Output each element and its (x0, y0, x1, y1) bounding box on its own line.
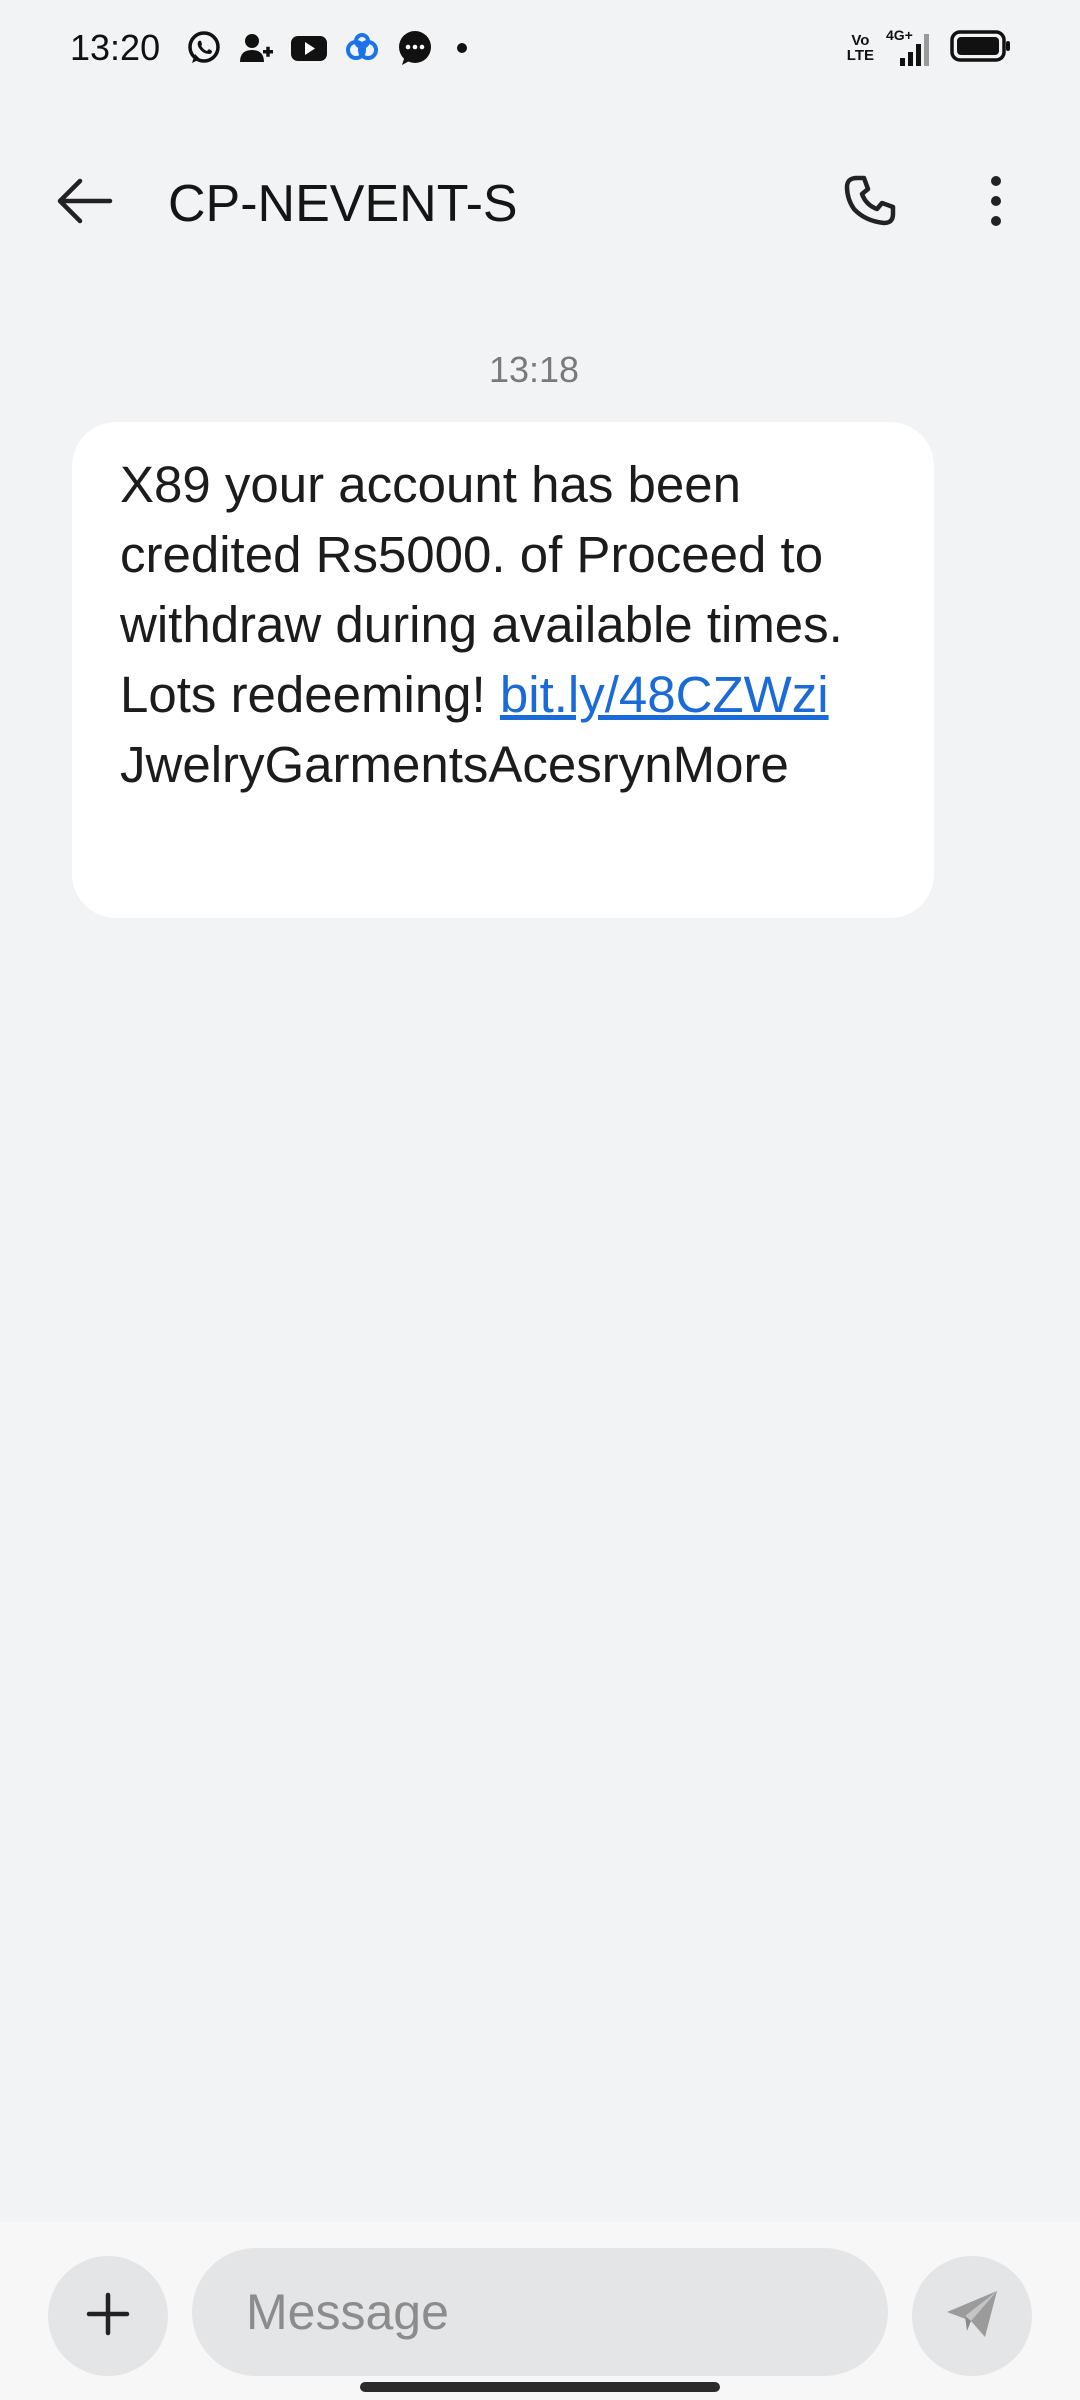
signal-icon: 4G+ (886, 28, 938, 68)
send-button[interactable] (912, 2256, 1032, 2376)
arrow-left-icon (54, 176, 114, 231)
dot-icon (450, 30, 474, 66)
message-composer (0, 2222, 1080, 2400)
message-link[interactable]: bit.ly/48CZWzi (500, 666, 829, 723)
message-bubble-icon (396, 29, 434, 67)
message-bubble[interactable]: X89 your account has been credited Rs500… (72, 422, 934, 918)
cloud-app-icon (344, 30, 380, 66)
contact-add-icon (238, 30, 274, 66)
notification-icons (186, 26, 474, 70)
more-options-button[interactable] (956, 170, 1036, 236)
message-timestamp: 13:18 (488, 349, 580, 390)
system-icons: Vo LTE 4G+ (847, 26, 1012, 70)
battery-icon (950, 28, 1012, 69)
volte-icon: Vo LTE (846, 32, 874, 64)
phone-icon (842, 173, 898, 234)
more-vertical-icon (986, 173, 1006, 234)
home-indicator[interactable] (360, 2382, 720, 2392)
status-bar: 13:20 Vo LTE 4G+ (0, 0, 1080, 96)
call-button[interactable] (828, 170, 912, 236)
whatsapp-icon (186, 30, 222, 66)
send-icon (943, 2285, 1001, 2348)
message-input[interactable] (192, 2248, 888, 2376)
contact-name: CP-NEVENT-S (168, 175, 518, 233)
status-time: 13:20 (70, 27, 161, 68)
back-button[interactable] (44, 170, 124, 236)
attach-button[interactable] (48, 2256, 168, 2376)
youtube-icon (290, 30, 328, 66)
plus-icon (83, 2289, 133, 2344)
conversation-header: CP-NEVENT-S (0, 150, 1080, 256)
message-footer: JwelryGarmentsAcesrynMore (120, 736, 789, 793)
message-text: X89 your account has been credited Rs500… (120, 450, 904, 800)
